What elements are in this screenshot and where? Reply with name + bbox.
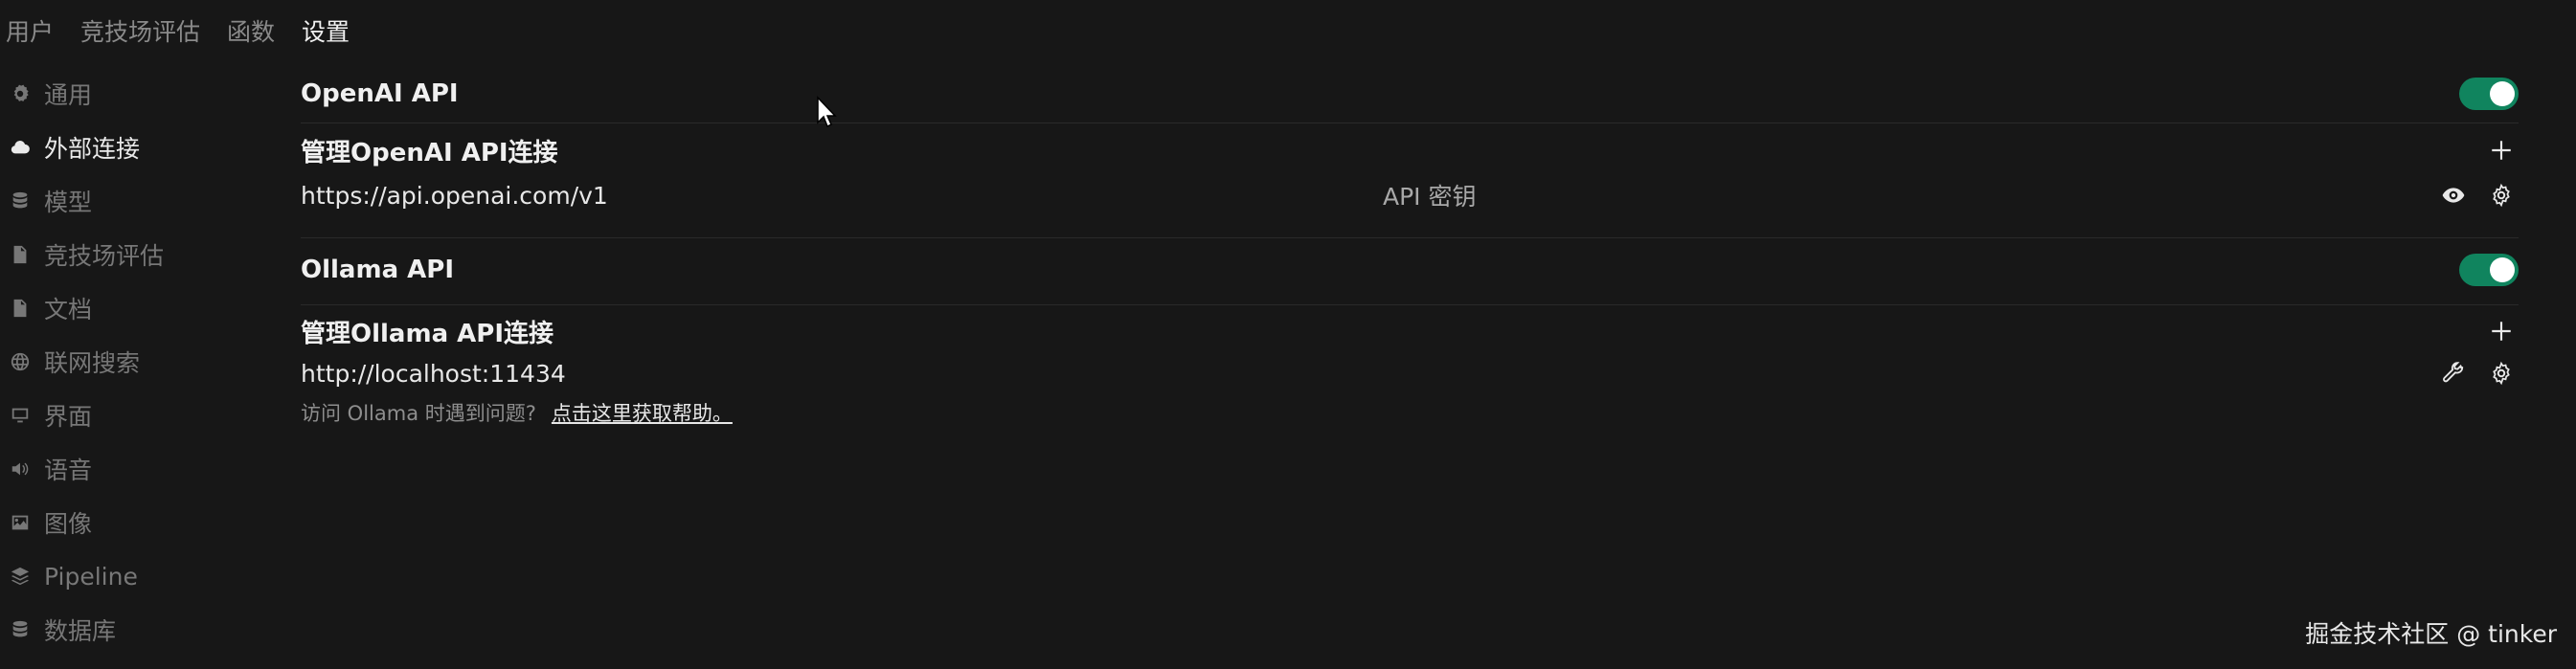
- sidebar-item-pipeline[interactable]: Pipeline: [10, 549, 259, 603]
- manage-ollama-title: 管理Ollama API连接: [301, 319, 554, 348]
- gear-icon: [10, 83, 31, 104]
- openai-api-key-field[interactable]: API 密钥: [1383, 178, 1477, 212]
- manage-ollama-row: 管理Ollama API连接: [301, 312, 2519, 350]
- wrench-icon: [2443, 362, 2464, 383]
- manage-openai-row: 管理OpenAI API连接: [301, 126, 2519, 174]
- sidebar-item-label: Pipeline: [44, 562, 138, 591]
- database-icon: [10, 619, 31, 640]
- mouse-cursor-icon: [817, 96, 837, 128]
- tab-settings[interactable]: 设置: [302, 13, 350, 48]
- sidebar-item-audio[interactable]: 语音: [10, 442, 259, 496]
- toggle-knob: [2490, 81, 2515, 106]
- verify-connection-button[interactable]: [2440, 360, 2467, 387]
- ollama-api-toggle[interactable]: [2459, 254, 2519, 286]
- add-ollama-connection-button[interactable]: [2488, 318, 2515, 345]
- cloud-icon: [10, 137, 31, 158]
- sidebar-item-label: 语音: [44, 457, 93, 484]
- sidebar-item-documents[interactable]: 文档: [10, 281, 259, 335]
- manage-openai-title: 管理OpenAI API连接: [301, 138, 558, 167]
- watermark: 掘金技术社区 @ tinker: [2305, 620, 2557, 648]
- ollama-connection-settings-button[interactable]: [2488, 360, 2515, 387]
- sidebar-item-database[interactable]: 数据库: [10, 603, 259, 657]
- sidebar-item-label: 联网搜索: [44, 349, 141, 377]
- ollama-help-text: 访问 Ollama 时遇到问题?: [301, 402, 536, 425]
- ollama-help-row: 访问 Ollama 时遇到问题? 点击这里获取帮助。: [301, 396, 2519, 429]
- openai-connection-settings-button[interactable]: [2488, 182, 2515, 209]
- app-window: 用户 竞技场评估 函数 设置 通用 外部连接 模型 竞技场评估 文档 联网搜索 …: [0, 0, 2576, 669]
- openai-url-field[interactable]: https://api.openai.com/v1: [301, 182, 608, 210]
- ollama-help-link[interactable]: 点击这里获取帮助。: [552, 398, 733, 427]
- sidebar-item-label: 外部连接: [44, 135, 141, 163]
- show-key-button[interactable]: [2440, 182, 2467, 209]
- openai-api-title: OpenAI API: [301, 79, 459, 108]
- tab-arena-evaluation[interactable]: 竞技场评估: [80, 13, 200, 48]
- add-openai-connection-button[interactable]: [2488, 137, 2515, 164]
- sidebar-item-label: 模型: [44, 189, 93, 216]
- eye-icon: [2442, 188, 2465, 203]
- divider: [301, 304, 2519, 305]
- sidebar-item-web-search[interactable]: 联网搜索: [10, 335, 259, 389]
- sidebar-item-label: 数据库: [44, 617, 117, 645]
- sidebar-item-label: 通用: [44, 81, 93, 109]
- settings-sidebar: 通用 外部连接 模型 竞技场评估 文档 联网搜索 界面 语音 图像 Pipeli…: [10, 67, 259, 657]
- sidebar-item-label: 界面: [44, 403, 93, 431]
- tab-users[interactable]: 用户: [6, 13, 54, 48]
- sidebar-item-external-connections[interactable]: 外部连接: [10, 121, 259, 174]
- openai-connection-row: https://api.openai.com/v1 API 密钥: [301, 174, 2519, 216]
- monitor-icon: [10, 405, 31, 426]
- connections-panel: OpenAI API 管理OpenAI API连接 https://api.op…: [301, 65, 2519, 425]
- sidebar-item-interface[interactable]: 界面: [10, 389, 259, 442]
- toggle-knob: [2490, 257, 2515, 282]
- sidebar-item-label: 图像: [44, 510, 93, 538]
- image-icon: [10, 512, 31, 533]
- gear-icon: [2493, 361, 2510, 386]
- plus-icon: [2492, 322, 2511, 341]
- ollama-connection-row: http://localhost:11434: [301, 354, 2519, 392]
- database-icon: [10, 190, 31, 212]
- sidebar-item-arena-evaluation[interactable]: 竞技场评估: [10, 228, 259, 281]
- globe-icon: [10, 351, 31, 372]
- openai-api-row: OpenAI API: [301, 65, 2519, 123]
- speaker-icon: [10, 458, 31, 479]
- sidebar-item-label: 文档: [44, 296, 93, 323]
- sidebar-item-images[interactable]: 图像: [10, 496, 259, 549]
- sidebar-item-label: 竞技场评估: [44, 242, 165, 270]
- sidebar-item-models[interactable]: 模型: [10, 174, 259, 228]
- document-icon: [10, 244, 31, 265]
- ollama-api-title: Ollama API: [301, 256, 455, 284]
- divider: [301, 237, 2519, 238]
- ollama-url-field[interactable]: http://localhost:11434: [301, 360, 566, 388]
- layers-icon: [10, 566, 31, 587]
- plus-icon: [2492, 141, 2511, 160]
- gear-icon: [2493, 183, 2510, 208]
- document-icon: [10, 298, 31, 319]
- ollama-api-row: Ollama API: [301, 241, 2519, 299]
- top-tabs: 用户 竞技场评估 函数 设置: [6, 13, 350, 48]
- tab-functions[interactable]: 函数: [227, 13, 275, 48]
- openai-api-toggle[interactable]: [2459, 78, 2519, 110]
- sidebar-item-general[interactable]: 通用: [10, 67, 259, 121]
